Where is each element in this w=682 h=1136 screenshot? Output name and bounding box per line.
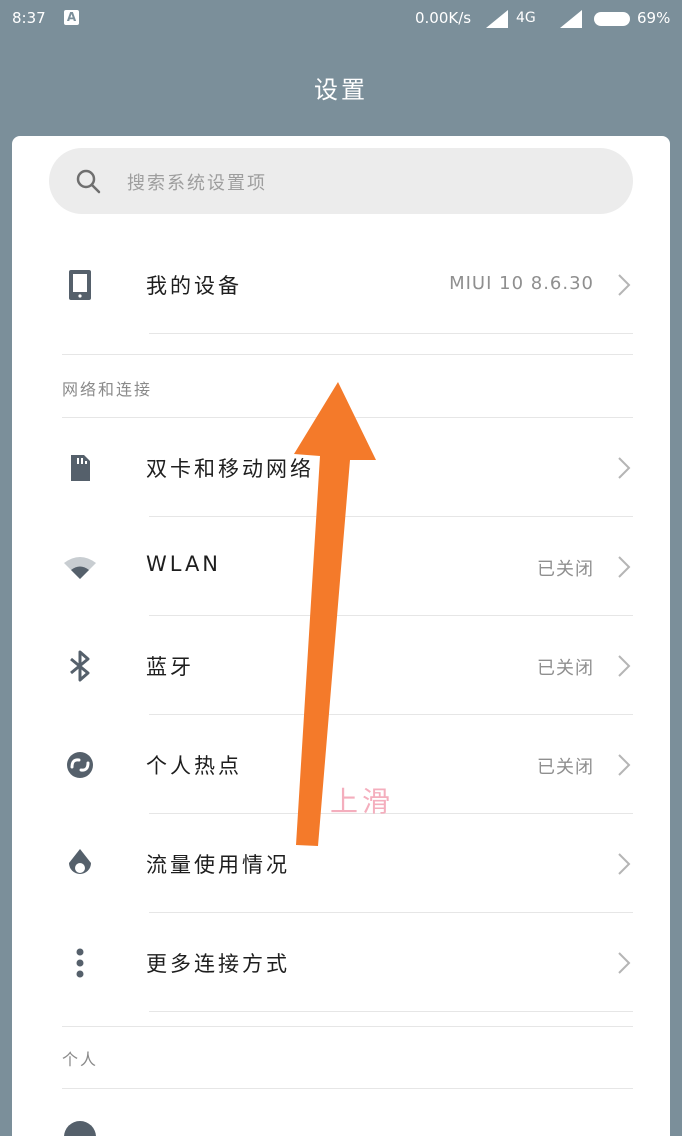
- partial-item-icon: [64, 1121, 96, 1136]
- divider: [149, 912, 633, 913]
- settings-item-my-device[interactable]: 我的设备 MIUI 10 8.6.30: [12, 236, 670, 334]
- chevron-right-icon: [618, 952, 631, 974]
- settings-item-value: 已关闭: [537, 757, 594, 778]
- section-divider: [62, 417, 633, 418]
- search-placeholder: 搜索系统设置项: [127, 173, 267, 194]
- net-speed: 0.00K/s: [415, 9, 472, 27]
- search-icon: [76, 169, 101, 194]
- settings-item-label: WLAN: [146, 552, 222, 576]
- swipe-up-hint: 上滑: [330, 785, 395, 818]
- phone-icon: [69, 270, 91, 300]
- chevron-right-icon: [618, 655, 631, 677]
- divider: [149, 516, 633, 517]
- sim-card-icon: [71, 455, 90, 481]
- settings-item-dual-sim[interactable]: 双卡和移动网络: [12, 419, 670, 517]
- wifi-icon: [64, 557, 96, 579]
- hd-signal-icon: [486, 10, 508, 28]
- divider: [149, 615, 633, 616]
- settings-item-value: 已关闭: [537, 658, 594, 679]
- settings-item-wlan[interactable]: WLAN 已关闭: [12, 518, 670, 616]
- chevron-right-icon: [618, 556, 631, 578]
- settings-item-label: 我的设备: [146, 274, 242, 298]
- signal-strength-icon: [560, 10, 582, 28]
- search-input[interactable]: 搜索系统设置项: [49, 148, 633, 214]
- chevron-right-icon: [618, 457, 631, 479]
- more-vertical-icon: [76, 948, 84, 978]
- section-divider: [62, 354, 633, 355]
- section-header-network: 网络和连接: [62, 380, 153, 399]
- settings-item-label: 个人热点: [146, 754, 242, 778]
- settings-item-data-usage[interactable]: 流量使用情况: [12, 815, 670, 913]
- network-type: 4G: [516, 10, 536, 26]
- settings-item-value: MIUI 10 8.6.30: [449, 273, 594, 294]
- settings-card: 搜索系统设置项 我的设备 MIUI 10 8.6.30 网络和连接 双卡和移动网…: [12, 136, 670, 1136]
- settings-item-label: 蓝牙: [146, 655, 194, 679]
- data-usage-icon: [69, 849, 91, 874]
- settings-item-label: 更多连接方式: [146, 952, 290, 976]
- divider: [149, 1011, 633, 1012]
- status-bar: 8:37 A 0.00K/s 4G 69%: [0, 0, 682, 38]
- settings-item-value: 已关闭: [537, 559, 594, 580]
- status-time: 8:37: [12, 9, 46, 27]
- app-notification-icon: A: [64, 10, 79, 25]
- chevron-right-icon: [618, 274, 631, 296]
- chevron-right-icon: [618, 754, 631, 776]
- page-title: 设置: [314, 76, 368, 104]
- settings-item-label: 流量使用情况: [146, 853, 290, 877]
- battery-percent: 69%: [637, 9, 671, 27]
- hotspot-icon: [67, 752, 93, 778]
- divider: [149, 714, 633, 715]
- bluetooth-icon: [70, 650, 90, 682]
- section-header-personal: 个人: [62, 1050, 99, 1069]
- settings-item-bluetooth[interactable]: 蓝牙 已关闭: [12, 617, 670, 715]
- battery-icon: [594, 12, 630, 26]
- divider: [149, 333, 633, 334]
- settings-item-label: 双卡和移动网络: [146, 457, 314, 481]
- section-divider: [62, 1088, 633, 1089]
- chevron-right-icon: [618, 853, 631, 875]
- section-divider: [62, 1026, 633, 1027]
- settings-item-more-connections[interactable]: 更多连接方式: [12, 914, 670, 1012]
